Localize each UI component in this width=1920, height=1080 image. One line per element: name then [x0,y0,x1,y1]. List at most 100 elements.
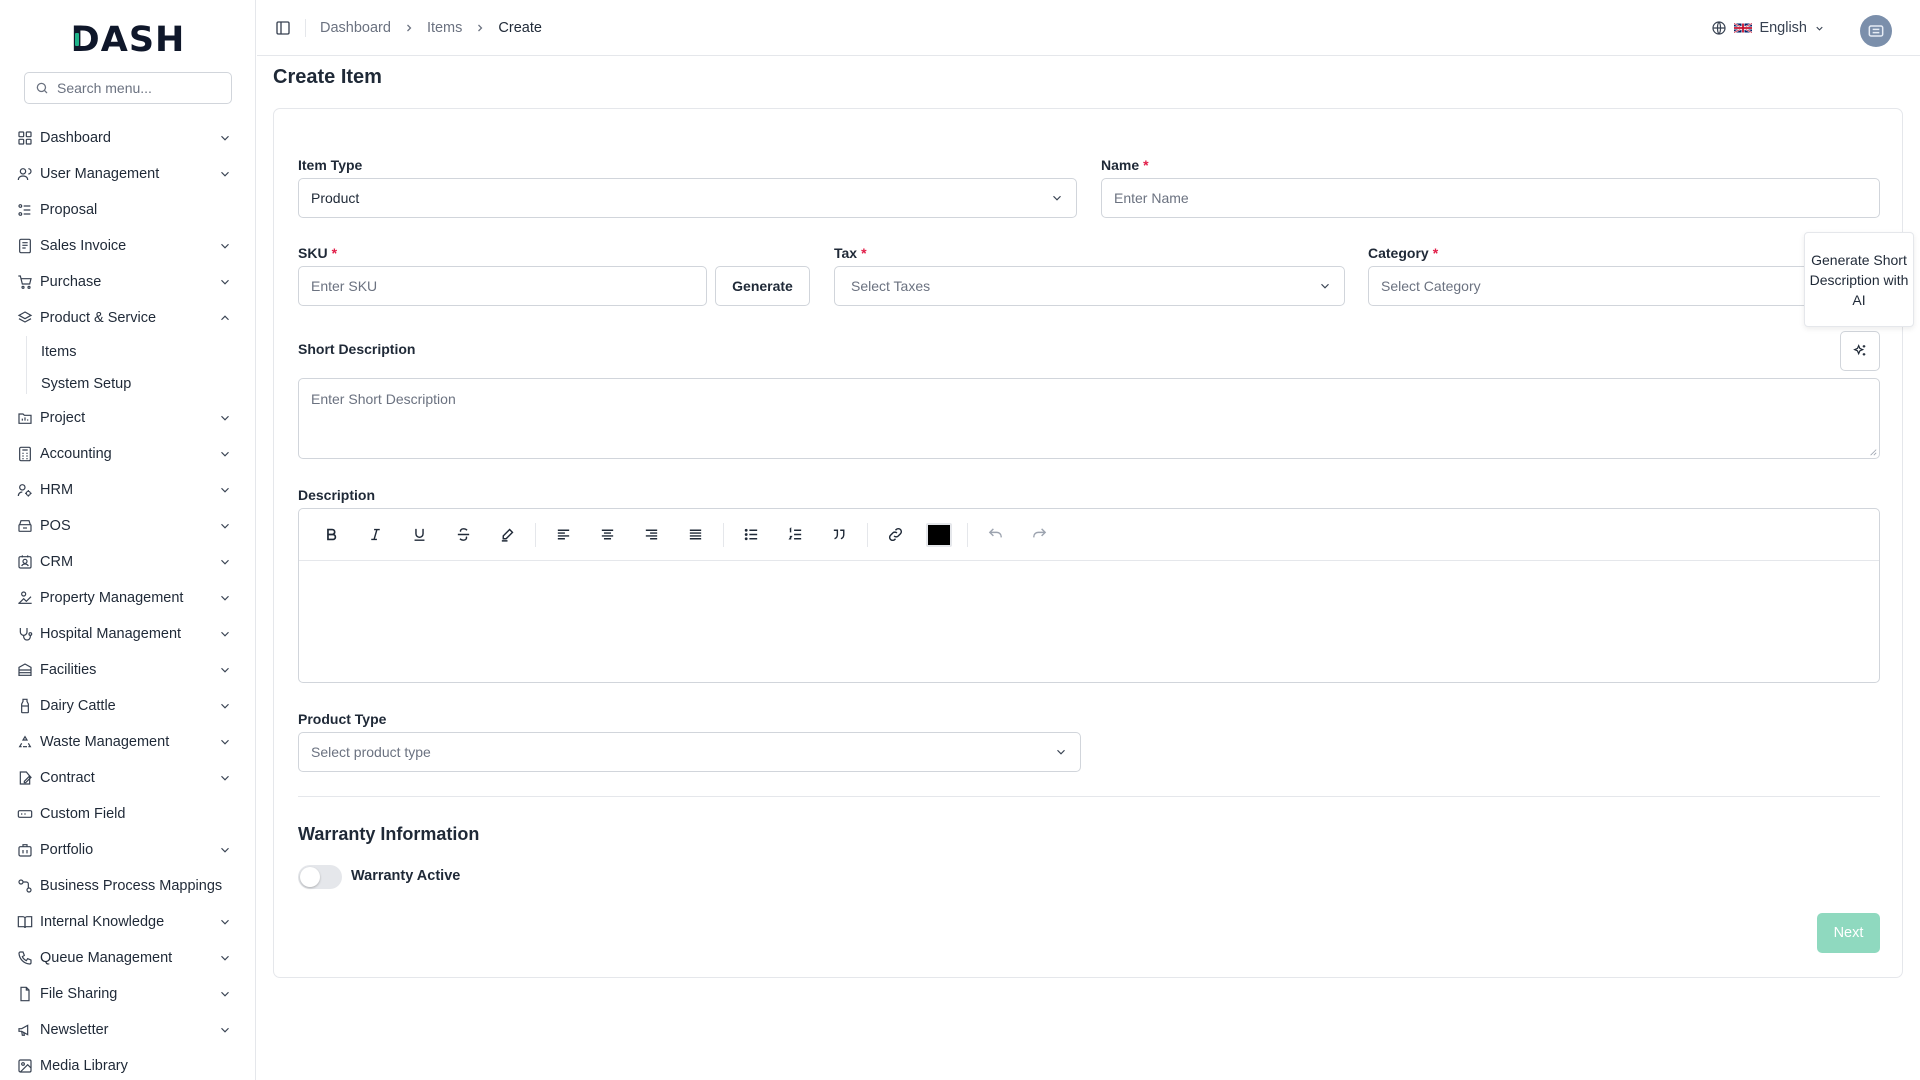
text-color-button[interactable] [921,517,957,553]
sidebar-item-label: CRM [40,554,74,570]
link-button[interactable] [877,517,913,553]
sidebar-item-user-management[interactable]: User Management [0,156,256,192]
sidebar-item-file-sharing[interactable]: File Sharing [0,976,256,1012]
sidebar-item-label: Proposal [40,202,98,218]
product-type-select[interactable]: Select product type [298,732,1081,772]
sidebar-item-label: Newsletter [40,1022,109,1038]
redo-button[interactable] [1021,517,1057,553]
sidebar-toggle-icon[interactable] [275,20,291,36]
sidebar-nav: Dashboard User Management Proposal Sales… [0,120,256,1080]
sidebar: DASH Dashboard User Management Proposal … [0,0,256,1080]
chevron-down-icon [221,279,229,285]
sidebar-item-custom-field[interactable]: Custom Field [0,796,256,832]
sidebar-item-queue-management[interactable]: Queue Management [0,940,256,976]
chevron-down-icon [221,487,229,493]
warranty-section-title: Warranty Information [298,824,480,844]
sidebar-item-project[interactable]: Project [0,400,256,436]
underline-button[interactable] [401,517,437,553]
chevron-down-icon [221,631,229,637]
sparkles-icon [1853,344,1866,356]
sidebar-item-hospital-management[interactable]: Hospital Management [0,616,256,652]
sidebar-subitem-system-setup[interactable]: System Setup [0,368,256,400]
sidebar-item-facilities[interactable]: Facilities [0,652,256,688]
sidebar-item-label: Media Library [40,1058,128,1074]
product-type-placeholder: Select product type [311,744,431,760]
sidebar-item-dairy-cattle[interactable]: Dairy Cattle [0,688,256,724]
sidebar-item-dashboard[interactable]: Dashboard [0,120,256,156]
sidebar-subitem-items[interactable]: Items [0,336,256,368]
chevron-down-icon [221,243,229,249]
short-description-textarea[interactable]: Enter Short Description [298,378,1880,459]
sidebar-item-label: Internal Knowledge [40,914,165,930]
dashboard-grid-icon [18,131,32,145]
chevron-right-icon [406,24,412,31]
undo-icon [988,528,1002,538]
users-icon [17,168,32,181]
editor-toolbar [299,509,1879,561]
sidebar-item-hrm[interactable]: HRM [0,472,256,508]
chevron-down-icon [221,1027,229,1033]
generate-ai-button[interactable] [1840,331,1880,371]
editor-content-area[interactable] [299,561,1879,682]
sidebar-item-portfolio[interactable]: Portfolio [0,832,256,868]
highlight-button[interactable] [489,517,525,553]
next-button[interactable]: Next [1817,913,1880,953]
sidebar-item-waste-management[interactable]: Waste Management [0,724,256,760]
sidebar-item-newsletter[interactable]: Newsletter [0,1012,256,1048]
chevron-down-icon [221,775,229,781]
name-label: Name * [1101,157,1149,173]
sidebar-item-media-library[interactable]: Media Library [0,1048,256,1080]
bullet-list-button[interactable] [733,517,769,553]
tax-select[interactable]: Select Taxes [834,266,1345,306]
megaphone-icon [18,1024,29,1036]
sidebar-item-label: HRM [40,482,74,498]
sidebar-item-label: Purchase [40,274,102,290]
sidebar-item-purchase[interactable]: Purchase [0,264,256,300]
undo-button[interactable] [977,517,1013,553]
sidebar-item-label: Facilities [40,662,97,678]
sidebar-item-proposal[interactable]: Proposal [0,192,256,228]
breadcrumb-dashboard[interactable]: Dashboard [320,20,391,36]
item-type-select[interactable]: Product [298,178,1077,218]
breadcrumb-items[interactable]: Items [427,20,462,36]
chevron-down-icon [1816,26,1823,31]
name-input[interactable]: Enter Name [1101,178,1880,218]
numbered-list-button[interactable] [777,517,813,553]
blockquote-button[interactable] [821,517,857,553]
sidebar-item-contract[interactable]: Contract [0,760,256,796]
align-justify-button[interactable] [677,517,713,553]
sidebar-item-property-management[interactable]: Property Management [0,580,256,616]
sku-label: SKU * [298,245,337,261]
app-logo[interactable]: DASH [0,18,256,62]
toolbar-separator [535,522,536,547]
resize-handle-icon[interactable] [1869,448,1877,456]
property-icon [18,591,32,604]
warranty-active-toggle[interactable] [298,865,342,889]
underline-icon [414,528,424,541]
italic-button[interactable] [357,517,393,553]
sidebar-item-crm[interactable]: CRM [0,544,256,580]
image-icon [18,1059,32,1073]
sidebar-item-accounting[interactable]: Accounting [0,436,256,472]
generate-sku-button[interactable]: Generate [715,266,810,306]
search-input[interactable] [57,80,227,96]
bold-icon [326,528,336,541]
strikethrough-button[interactable] [445,517,481,553]
numbered-list-icon [788,527,801,540]
tax-label-text: Tax [834,245,858,261]
bold-button[interactable] [313,517,349,553]
sku-input[interactable]: Enter SKU [298,266,707,306]
sidebar-item-sales-invoice[interactable]: Sales Invoice [0,228,256,264]
language-selector[interactable]: English [1711,20,1825,36]
create-item-form: Item Type Product Name * Enter Name SKU * … [273,108,1903,978]
sidebar-item-pos[interactable]: POS [0,508,256,544]
align-right-button[interactable] [633,517,669,553]
avatar[interactable] [1860,15,1892,47]
sidebar-item-business-process-mappings[interactable]: Business Process Mappings [0,868,256,904]
align-center-button[interactable] [589,517,625,553]
sidebar-item-internal-knowledge[interactable]: Internal Knowledge [0,904,256,940]
toolbar-separator [867,522,868,547]
quote-icon [833,529,844,540]
sidebar-item-product-service[interactable]: Product & Service [0,300,256,336]
align-left-button[interactable] [545,517,581,553]
